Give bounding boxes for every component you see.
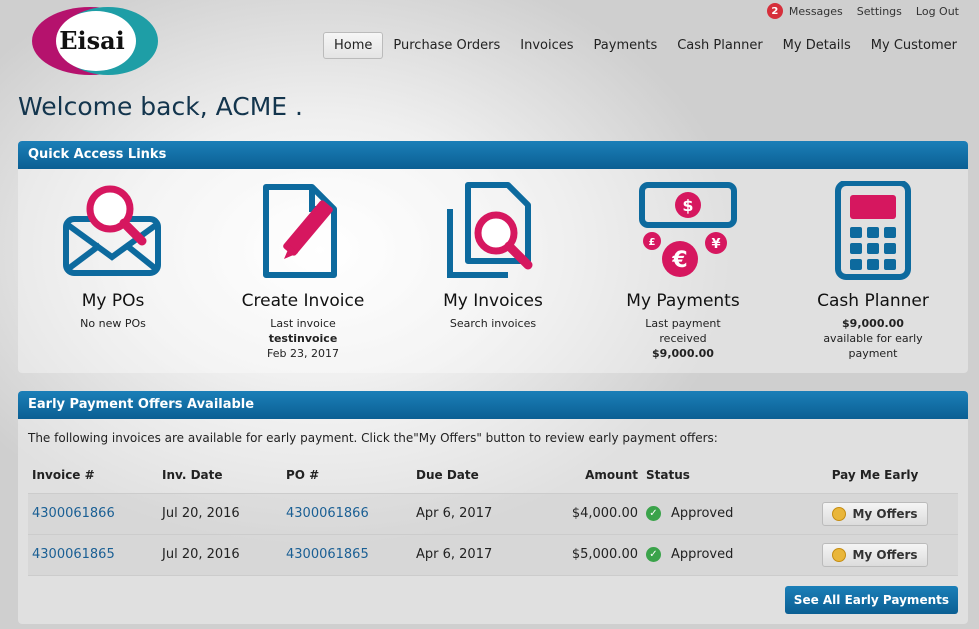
logo-text: Eisai xyxy=(59,26,125,55)
svg-text:€: € xyxy=(671,248,687,273)
eisai-logo[interactable]: Eisai xyxy=(30,4,160,78)
nav-payments[interactable]: Payments xyxy=(584,32,668,59)
tile-cash-planner[interactable]: Cash Planner $9,000.00 available for ear… xyxy=(778,181,968,361)
envelope-search-icon xyxy=(63,185,161,276)
last-invoice-label: Last invoice xyxy=(270,317,336,330)
main-nav: Home Purchase Orders Invoices Payments C… xyxy=(323,32,967,59)
col-due-date: Due Date xyxy=(412,457,532,494)
utility-bar: 2 Messages Settings Log Out xyxy=(766,3,959,19)
tile-title: Cash Planner xyxy=(817,291,929,311)
tile-title: My POs xyxy=(81,291,145,311)
coins-icon xyxy=(832,506,847,521)
early-payment-table: Invoice # Inv. Date PO # Due Date Amount… xyxy=(28,457,958,576)
welcome-heading: Welcome back, ACME . xyxy=(18,92,303,121)
my-offers-label: My Offers xyxy=(852,506,918,521)
po-link[interactable]: 4300061866 xyxy=(286,506,369,521)
nav-home[interactable]: Home xyxy=(323,32,384,59)
due-date-cell: Apr 6, 2017 xyxy=(412,493,532,535)
nav-invoices[interactable]: Invoices xyxy=(510,32,583,59)
tile-my-payments[interactable]: $ £ € ¥ My Payments Last payment receive… xyxy=(588,181,778,361)
amount-cell: $4,000.00 xyxy=(532,493,642,535)
status-label: Approved xyxy=(671,547,734,562)
table-row: 4300061866 Jul 20, 2016 4300061866 Apr 6… xyxy=(28,493,958,535)
last-payment-amount: $9,000.00 xyxy=(652,347,714,360)
col-amount: Amount xyxy=(532,457,642,494)
check-circle-icon: ✓ xyxy=(646,506,661,521)
check-circle-icon: ✓ xyxy=(646,547,661,562)
tile-my-pos[interactable]: My POs No new POs xyxy=(18,181,208,361)
my-offers-button[interactable]: My Offers xyxy=(822,542,928,567)
nav-cash-planner[interactable]: Cash Planner xyxy=(667,32,772,59)
coins-icon xyxy=(832,547,847,562)
invoice-link[interactable]: 4300061866 xyxy=(32,506,115,521)
settings-link[interactable]: Settings xyxy=(857,5,902,18)
inv-date-cell: Jul 20, 2016 xyxy=(158,493,282,535)
table-row: 4300061865 Jul 20, 2016 4300061865 Apr 6… xyxy=(28,534,958,576)
money-currency-icon: $ £ € ¥ xyxy=(639,182,737,277)
messages-link[interactable]: 2 Messages xyxy=(766,3,843,19)
amount-cell: $5,000.00 xyxy=(532,534,642,576)
tile-subtitle: Last payment received $9,000.00 xyxy=(588,316,778,361)
tile-title: My Invoices xyxy=(443,291,543,311)
col-status: Status xyxy=(642,457,792,494)
cash-available-amount: $9,000.00 xyxy=(842,317,904,330)
invoice-link[interactable]: 4300061865 xyxy=(32,547,115,562)
col-inv-date: Inv. Date xyxy=(158,457,282,494)
col-invoice: Invoice # xyxy=(28,457,158,494)
tile-subtitle: No new POs xyxy=(80,317,146,330)
nav-my-customer[interactable]: My Customer xyxy=(861,32,967,59)
early-payment-title: Early Payment Offers Available xyxy=(18,391,968,419)
due-date-cell: Apr 6, 2017 xyxy=(412,534,532,576)
pay-me-early-cell: My Offers xyxy=(792,534,958,576)
tile-subtitle: Last invoice testinvoice Feb 23, 2017 xyxy=(208,316,398,361)
svg-text:¥: ¥ xyxy=(711,237,720,252)
col-po: PO # xyxy=(282,457,412,494)
my-offers-button[interactable]: My Offers xyxy=(822,501,928,526)
see-all-early-payments-button[interactable]: See All Early Payments xyxy=(784,586,958,614)
status-cell: ✓ Approved xyxy=(642,493,792,535)
tile-title: Create Invoice xyxy=(241,291,365,311)
pay-me-early-cell: My Offers xyxy=(792,493,958,535)
logout-link[interactable]: Log Out xyxy=(916,5,959,18)
my-offers-label: My Offers xyxy=(852,547,918,562)
last-invoice-date: Feb 23, 2017 xyxy=(267,347,339,360)
tile-subtitle: $9,000.00 available for early payment xyxy=(778,316,968,361)
quick-access-panel: Quick Access Links My POs No new POs Cre… xyxy=(18,141,968,373)
quick-access-tiles: My POs No new POs Create Invoice Last in… xyxy=(18,181,968,361)
nav-my-details[interactable]: My Details xyxy=(773,32,861,59)
calculator-icon xyxy=(835,181,911,280)
cash-available-label-2: payment xyxy=(848,347,898,360)
early-payment-panel: Early Payment Offers Available The follo… xyxy=(18,391,968,624)
status-cell: ✓ Approved xyxy=(642,534,792,576)
status-label: Approved xyxy=(671,506,734,521)
table-header-row: Invoice # Inv. Date PO # Due Date Amount… xyxy=(28,457,958,494)
messages-count-badge: 2 xyxy=(766,3,783,19)
tile-subtitle: Search invoices xyxy=(449,317,537,330)
messages-label[interactable]: Messages xyxy=(789,5,843,18)
tile-create-invoice[interactable]: Create Invoice Last invoice testinvoice … xyxy=(208,181,398,361)
po-link[interactable]: 4300061865 xyxy=(286,547,369,562)
quick-access-title: Quick Access Links xyxy=(18,141,968,169)
last-payment-label: Last payment xyxy=(645,317,721,330)
last-invoice-name: testinvoice xyxy=(268,332,338,345)
nav-purchase-orders[interactable]: Purchase Orders xyxy=(383,32,510,59)
tile-my-invoices[interactable]: My Invoices Search invoices xyxy=(398,181,588,361)
cash-available-label: available for early xyxy=(823,332,923,345)
svg-text:£: £ xyxy=(649,237,656,248)
early-payment-intro: The following invoices are available for… xyxy=(28,431,718,445)
inv-date-cell: Jul 20, 2016 xyxy=(158,534,282,576)
last-payment-received: received xyxy=(659,332,707,345)
col-pay-me-early: Pay Me Early xyxy=(792,457,958,494)
svg-text:$: $ xyxy=(682,196,693,215)
document-pen-icon xyxy=(263,184,337,278)
document-search-icon xyxy=(447,182,533,278)
tile-title: My Payments xyxy=(626,291,740,311)
